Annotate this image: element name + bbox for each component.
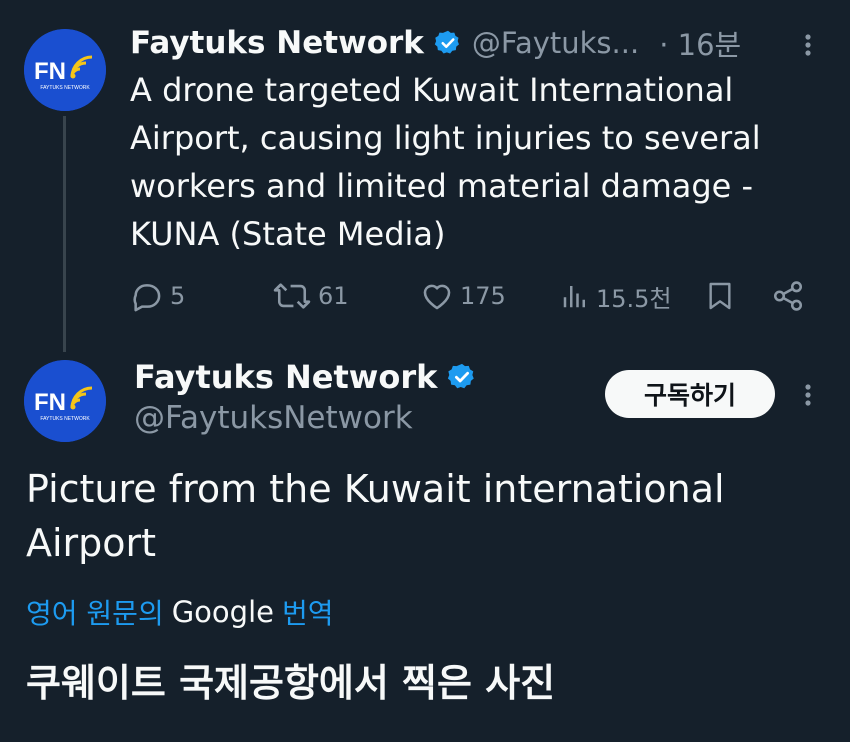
avatar[interactable]: FN FAYTUKS NETWORK [24,29,106,111]
reply-icon [133,284,161,312]
avatar-logo-text: FN [34,389,66,416]
views-button[interactable]: 15.5천 [560,276,672,316]
tweet-text: Picture from the Kuwait international Ai… [26,467,725,565]
bar-chart-icon [563,286,585,308]
avatar-logo-text: FN [34,58,66,85]
thread-connector-line [63,116,66,352]
faytuks-logo-icon: FN FAYTUKS NETWORK [24,360,106,442]
like-count: 175 [460,282,506,310]
retweet-count: 61 [318,282,349,310]
verified-badge-icon[interactable] [434,29,462,57]
tweet-text: A drone targeted Kuwait International Ai… [130,71,761,253]
bookmark-icon [709,282,731,310]
author-handle[interactable]: @FaytuksNetwork [134,400,413,436]
faytuks-logo-icon: FN FAYTUKS NETWORK [24,29,106,111]
share-icon [773,281,803,311]
avatar-logo-subtext: FAYTUKS NETWORK [40,416,90,422]
avatar[interactable]: FN FAYTUKS NETWORK [24,360,106,442]
author-name[interactable]: Faytuks Network [134,358,437,396]
subscribe-button[interactable]: 구독하기 [605,370,775,418]
like-button[interactable]: 175 [420,276,506,316]
more-options-button[interactable] [798,30,818,64]
author-handle[interactable]: @Faytuks... [472,26,639,60]
bookmark-button[interactable] [704,276,736,316]
more-vertical-icon [805,384,811,406]
tweet-header: Faytuks Network @Faytuks... · 16분 [130,22,741,64]
translate-prefix[interactable]: 영어 원문의 [26,592,164,632]
reply-count: 5 [170,282,186,310]
reply-button[interactable]: 5 [130,276,185,316]
translate-link[interactable]: 영어 원문의 Google 번역 [26,590,334,634]
verified-badge-icon[interactable] [447,362,477,392]
share-button[interactable] [771,276,805,316]
avatar-logo-subtext: FAYTUKS NETWORK [40,85,90,91]
tweet-header: Faytuks Network [134,356,477,398]
heart-icon [423,284,451,310]
more-options-button[interactable] [798,380,818,414]
views-count: 15.5천 [596,284,672,313]
translate-suffix[interactable]: 번역 [282,592,334,632]
tweet-timestamp[interactable]: · 16분 [659,22,741,64]
retweet-button[interactable]: 61 [272,276,349,316]
retweet-icon [273,283,311,309]
translated-text: 쿠웨이트 국제공항에서 찍은 사진 [26,661,556,705]
author-name[interactable]: Faytuks Network [130,25,424,61]
more-vertical-icon [805,34,811,56]
google-logo: Google [171,595,274,629]
